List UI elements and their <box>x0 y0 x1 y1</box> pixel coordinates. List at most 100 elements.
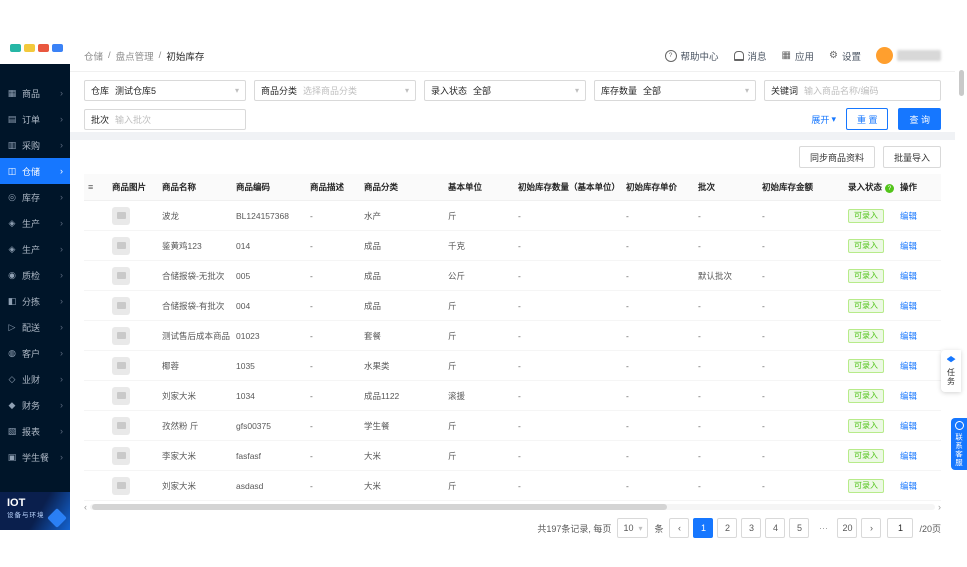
sidebar-item-sorting[interactable]: ◧ 分拣 › <box>0 288 70 314</box>
warehouse-select[interactable]: 仓库 测试仓库5 ▾ <box>84 80 246 101</box>
sidebar-item-warehouse[interactable]: ◫ 仓储 › <box>0 158 70 184</box>
chevron-right-icon: › <box>60 218 63 228</box>
table-body: 波龙 BL124157368- 水产斤 - - - - 可录入 编辑 鉴黄鸡123 014- 成品 千克… <box>84 201 941 501</box>
cell-actions: 编辑 <box>896 240 932 252</box>
sidebar-item-product[interactable]: ▦ 商品 › <box>0 80 70 106</box>
table-row: 合储报袋-无批次 005 - 成品 公斤 - - 默认批次 - 可录入 编辑 <box>84 261 941 291</box>
sidebar-item-purchase[interactable]: ▥ 采购 › <box>0 132 70 158</box>
help-center-button[interactable]: ? 帮助中心 <box>664 49 719 63</box>
customer-icon: ◍ <box>8 347 16 358</box>
sidebar-item-delivery[interactable]: ▷ 配送 › <box>0 314 70 340</box>
status-badge: 可录入 <box>848 478 884 493</box>
entry-status-select[interactable]: 录入状态 全部 ▾ <box>424 80 586 101</box>
cell-initial-qty: - <box>518 480 521 491</box>
prev-page-button[interactable]: ‹ <box>669 518 690 538</box>
edit-link[interactable]: 编辑 <box>900 391 917 401</box>
scroll-left-icon[interactable]: ‹ <box>84 502 87 512</box>
category-select[interactable]: 商品分类 选择商品分类 ▾ <box>254 80 416 101</box>
page-button-1[interactable]: 1 <box>693 518 714 538</box>
contact-support-floating-tab[interactable]: 联系客服 <box>951 418 967 470</box>
sidebar-item-production1[interactable]: ◈ 生产 › <box>0 210 70 236</box>
cell-initial-amount: - <box>762 420 765 431</box>
edit-link[interactable]: 编辑 <box>900 421 917 431</box>
col-initial-price: 初始库存单价 <box>626 182 678 192</box>
sidebar-item-finance[interactable]: ◆ 财务 › <box>0 392 70 418</box>
sidebar-item-inventory[interactable]: ◎ 库存 › <box>0 184 70 210</box>
tasks-floating-tab[interactable]: 任务 <box>941 350 961 392</box>
edit-link[interactable]: 编辑 <box>900 301 917 311</box>
search-button[interactable]: 查 询 <box>898 108 941 130</box>
stock-qty-select[interactable]: 库存数量 全部 ▾ <box>594 80 756 101</box>
edit-link[interactable]: 编辑 <box>900 211 917 221</box>
delivery-icon: ▷ <box>8 321 16 332</box>
page-scrollbar-thumb[interactable] <box>959 70 964 96</box>
brand-logo-block-1 <box>24 44 35 52</box>
sidebar-item-production2[interactable]: ◈ 生产 › <box>0 236 70 262</box>
cell-actions: 编辑 <box>896 450 932 462</box>
edit-link[interactable]: 编辑 <box>900 271 917 281</box>
reset-button[interactable]: 重 置 <box>845 108 889 130</box>
warehouse-value: 测试仓库5 <box>115 86 157 96</box>
sidebar-item-label: 生产 <box>22 218 41 229</box>
cell-batch: - <box>698 210 701 221</box>
page-ellipsis[interactable]: ··· <box>813 518 833 538</box>
sidebar-item-quality[interactable]: ◉ 质检 › <box>0 262 70 288</box>
cell-initial-qty: - <box>518 240 521 251</box>
apps-label: 应用 <box>795 51 815 63</box>
edit-link[interactable]: 编辑 <box>900 241 917 251</box>
edit-link[interactable]: 编辑 <box>900 331 917 341</box>
product-image-placeholder-icon <box>112 386 130 405</box>
sidebar-item-report[interactable]: ▧ 报表 › <box>0 418 70 444</box>
cell-batch: - <box>698 450 701 461</box>
brand-logo-block-3 <box>52 44 63 52</box>
page-jump-input[interactable] <box>887 518 914 538</box>
batch-placeholder: 输入批次 <box>115 114 152 125</box>
cell-product-image <box>108 326 158 345</box>
stock-qty-label: 库存数量 <box>601 86 638 96</box>
page-button-2[interactable]: 2 <box>717 518 738 538</box>
breadcrumb-item[interactable]: 盘点管理 <box>116 49 154 63</box>
sidebar-item-order[interactable]: ▤ 订单 › <box>0 106 70 132</box>
settings-button[interactable]: ⚙ 设置 <box>829 49 861 63</box>
page-size-select[interactable]: 10 ▾ <box>617 518 649 538</box>
cell-category: 大米 <box>364 480 382 491</box>
scrollbar-track[interactable] <box>90 504 935 510</box>
stock-qty-value: 全部 <box>643 86 662 96</box>
page-button-5[interactable]: 5 <box>789 518 810 538</box>
edit-link[interactable]: 编辑 <box>900 361 917 371</box>
column-settings-icon[interactable]: ≡ <box>84 182 108 192</box>
sidebar-item-label: 学生餐 <box>22 452 50 463</box>
edit-link[interactable]: 编辑 <box>900 451 917 461</box>
batch-input[interactable]: 批次 输入批次 <box>84 108 246 130</box>
sidebar-item-bizfinance[interactable]: ◇ 业财 › <box>0 366 70 392</box>
cell-initial-price: - <box>626 270 629 281</box>
cell-product-name: 波龙 <box>162 210 180 221</box>
product-icon: ▦ <box>7 87 17 98</box>
breadcrumb-item[interactable]: 仓储 <box>84 49 103 63</box>
scroll-right-icon[interactable]: › <box>938 502 941 512</box>
product-image-placeholder-icon <box>112 326 130 345</box>
next-page-button[interactable]: › <box>861 518 882 538</box>
apps-grid-icon: ▦ <box>781 49 791 61</box>
page-button-3[interactable]: 3 <box>741 518 762 538</box>
page-button-20[interactable]: 20 <box>837 518 858 538</box>
edit-link[interactable]: 编辑 <box>900 481 917 491</box>
col-entry-status: 录入状态? <box>844 181 896 194</box>
expand-toggle[interactable]: 展开 ▾ <box>811 113 836 126</box>
scrollbar-thumb[interactable] <box>92 504 667 510</box>
sync-products-button[interactable]: 同步商品资料 <box>798 146 875 168</box>
apps-button[interactable]: ▦ 应用 <box>782 49 814 63</box>
status-info-icon[interactable]: ? <box>885 184 895 194</box>
table-row: 刘家大米 1034 - 成品1122 滚援 - - - - 可录入 编辑 <box>84 381 941 411</box>
cell-batch: - <box>698 480 701 491</box>
sidebar-item-studentmeal[interactable]: ▣ 学生餐 › <box>0 444 70 470</box>
cell-initial-price: - <box>626 420 629 431</box>
page-button-4[interactable]: 4 <box>765 518 786 538</box>
sidebar-item-customer[interactable]: ◍ 客户 › <box>0 340 70 366</box>
user-account[interactable] <box>876 47 941 64</box>
batch-import-button[interactable]: 批量导入 <box>882 146 941 168</box>
keyword-input[interactable]: 关键词 输入商品名称/编码 <box>764 80 941 101</box>
top-header: 仓储 / 盘点管理 / 初始库存 ? 帮助中心 消息 ▦ 应用 ⚙ 设置 <box>70 40 955 72</box>
breadcrumb-current: 初始库存 <box>166 51 205 63</box>
messages-button[interactable]: 消息 <box>733 49 767 63</box>
